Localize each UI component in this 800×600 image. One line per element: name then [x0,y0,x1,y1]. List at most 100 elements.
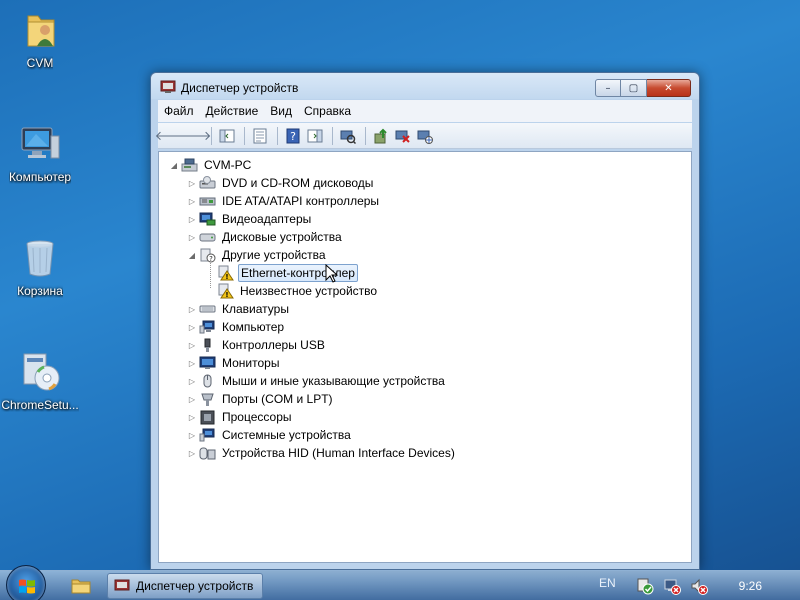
tree-node-hid[interactable]: ▷ Устройства HID (Human Interface Device… [187,444,457,462]
expand-arrow-icon: ▷ [188,358,196,368]
tree-node-label: Видеоадаптеры [222,212,312,226]
expand-arrow-icon: ▷ [188,196,196,206]
folder-icon [71,579,91,594]
monitor-icon [199,355,216,371]
warning-device-icon: ! [217,283,234,299]
desktop-icon-recycle-bin[interactable]: Корзина [0,234,80,304]
disable-device-button[interactable] [415,126,435,146]
expand-arrow-icon: ▷ [188,214,196,224]
computer-icon [199,319,216,335]
device-manager-app-icon [114,579,130,591]
tree-node-label: Мониторы [222,356,280,370]
menu-view[interactable]: Вид [264,104,298,118]
tree-node-label: Порты (COM и LPT) [222,392,333,406]
clock[interactable]: 9:26 [739,579,762,593]
window-title: Диспетчер устройств [181,81,299,95]
title-bar[interactable]: Диспетчер устройств – ▢ ✕ [151,73,699,99]
tree-node-label: IDE ATA/ATAPI контроллеры [222,194,380,208]
device-tree[interactable]: ◢ CVM-PC ▷ DVD и CD-ROM дисководы ▷ IDE … [158,151,692,563]
toolbar: 🡐 🡒 ? [155,123,692,149]
device-manager-app-icon [160,80,176,94]
help-button[interactable]: ? [283,126,303,146]
show-hide-console-tree-button[interactable] [217,126,237,146]
dvd-drive-icon [199,175,216,191]
action-center-icon[interactable] [636,577,654,595]
expand-arrow-icon: ▷ [188,412,196,422]
tree-node-keyboards[interactable]: ▷ Клавиатуры [187,300,291,318]
update-driver-button[interactable] [371,126,391,146]
tree-node-label: Ethernet-контроллер [238,264,358,282]
svg-text:?: ? [290,130,296,143]
device-manager-window: Диспетчер устройств – ▢ ✕ Файл Действие … [150,72,700,570]
uninstall-device-button[interactable] [393,126,413,146]
tree-node-usb-controllers[interactable]: ▷ Контроллеры USB [187,336,327,354]
menu-action[interactable]: Действие [200,104,265,118]
properties-button[interactable] [250,126,270,146]
mouse-cursor-icon [325,263,339,287]
desktop-icon-computer[interactable]: Компьютер [0,120,80,190]
tree-node-label: Компьютер [222,320,285,334]
tree-node-monitors[interactable]: ▷ Мониторы [187,354,281,372]
tree-node-label: Контроллеры USB [222,338,325,352]
tree-node-label: Дисковые устройства [222,230,342,244]
display-adapter-icon [199,211,216,227]
language-indicator[interactable]: EN [599,576,616,590]
expand-arrow-icon: ▷ [188,394,196,404]
system-tray: EN 9:26 [599,571,800,600]
computer-icon [18,122,62,166]
tree-node-unknown-device[interactable]: ! Неизвестное устройство [217,282,379,300]
svg-text:!: ! [225,291,228,299]
start-button[interactable] [6,565,46,600]
tree-node-label: Процессоры [222,410,292,424]
windows-logo-icon [19,579,35,594]
taskbar-task-device-manager[interactable]: Диспетчер устройств [107,573,263,599]
tree-node-ports[interactable]: ▷ Порты (COM и LPT) [187,390,335,408]
tree-node-display-adapters[interactable]: ▷ Видеоадаптеры [187,210,313,228]
menu-file[interactable]: Файл [158,104,200,118]
expand-arrow-icon: ▷ [188,232,196,242]
tree-node-ide-ata[interactable]: ▷ IDE ATA/ATAPI контроллеры [187,192,381,210]
expand-arrow-icon: ▷ [188,304,196,314]
volume-muted-icon[interactable] [690,577,708,595]
maximize-button[interactable]: ▢ [621,79,647,97]
taskbar-task-label: Диспетчер устройств [136,579,254,593]
tree-node-label: Системные устройства [222,428,351,442]
expand-arrow-icon: ▷ [188,340,196,350]
caption-buttons: – ▢ ✕ [595,79,691,97]
toolbar-separator [244,126,245,145]
action-pane-icon [307,129,323,142]
tree-node-label: Неизвестное устройство [240,284,378,298]
taskbar: Диспетчер устройств EN 9:26 [0,565,800,600]
toolbar-separator [277,126,278,145]
desktop-icon-label: ChromeSetu... [1,398,79,412]
disable-device-icon [417,130,433,144]
tree-node-processors[interactable]: ▷ Процессоры [187,408,294,426]
desktop-icon-label: Компьютер [8,170,72,184]
action-pane-button[interactable] [305,126,325,146]
expand-arrow-icon: ▷ [188,322,196,332]
processor-icon [199,409,216,425]
desktop-icon-cvm[interactable]: CVM [0,6,80,76]
tree-node-dvd-cdrom[interactable]: ▷ DVD и CD-ROM дисководы [187,174,375,192]
network-disconnected-icon[interactable] [663,577,681,595]
warning-device-icon: ! [217,265,234,281]
tree-node-computer[interactable]: ▷ Компьютер [187,318,286,336]
ide-controller-icon [199,193,216,209]
recycle-bin-icon [18,236,62,280]
menu-help[interactable]: Справка [298,104,357,118]
taskbar-explorer-button[interactable] [58,573,104,599]
expand-arrow-icon: ▷ [188,178,196,188]
tree-node-root[interactable]: ◢ CVM-PC [169,156,253,174]
tree-node-label: CVM-PC [204,158,252,172]
tree-node-other-devices[interactable]: ◢ ? Другие устройства [187,246,328,264]
update-driver-icon [374,128,387,143]
tree-node-mice[interactable]: ▷ Мыши и иные указывающие устройства [187,372,447,390]
forward-button[interactable]: 🡒 [177,126,212,146]
close-button[interactable]: ✕ [647,79,691,97]
tree-node-disk-drives[interactable]: ▷ Дисковые устройства [187,228,344,246]
scan-hardware-button[interactable] [338,126,358,146]
tree-node-system-devices[interactable]: ▷ Системные устройства [187,426,353,444]
minimize-button[interactable]: – [595,79,621,97]
desktop-icon-chrome-setup[interactable]: ChromeSetu... [0,348,80,418]
help-icon: ? [286,128,300,143]
